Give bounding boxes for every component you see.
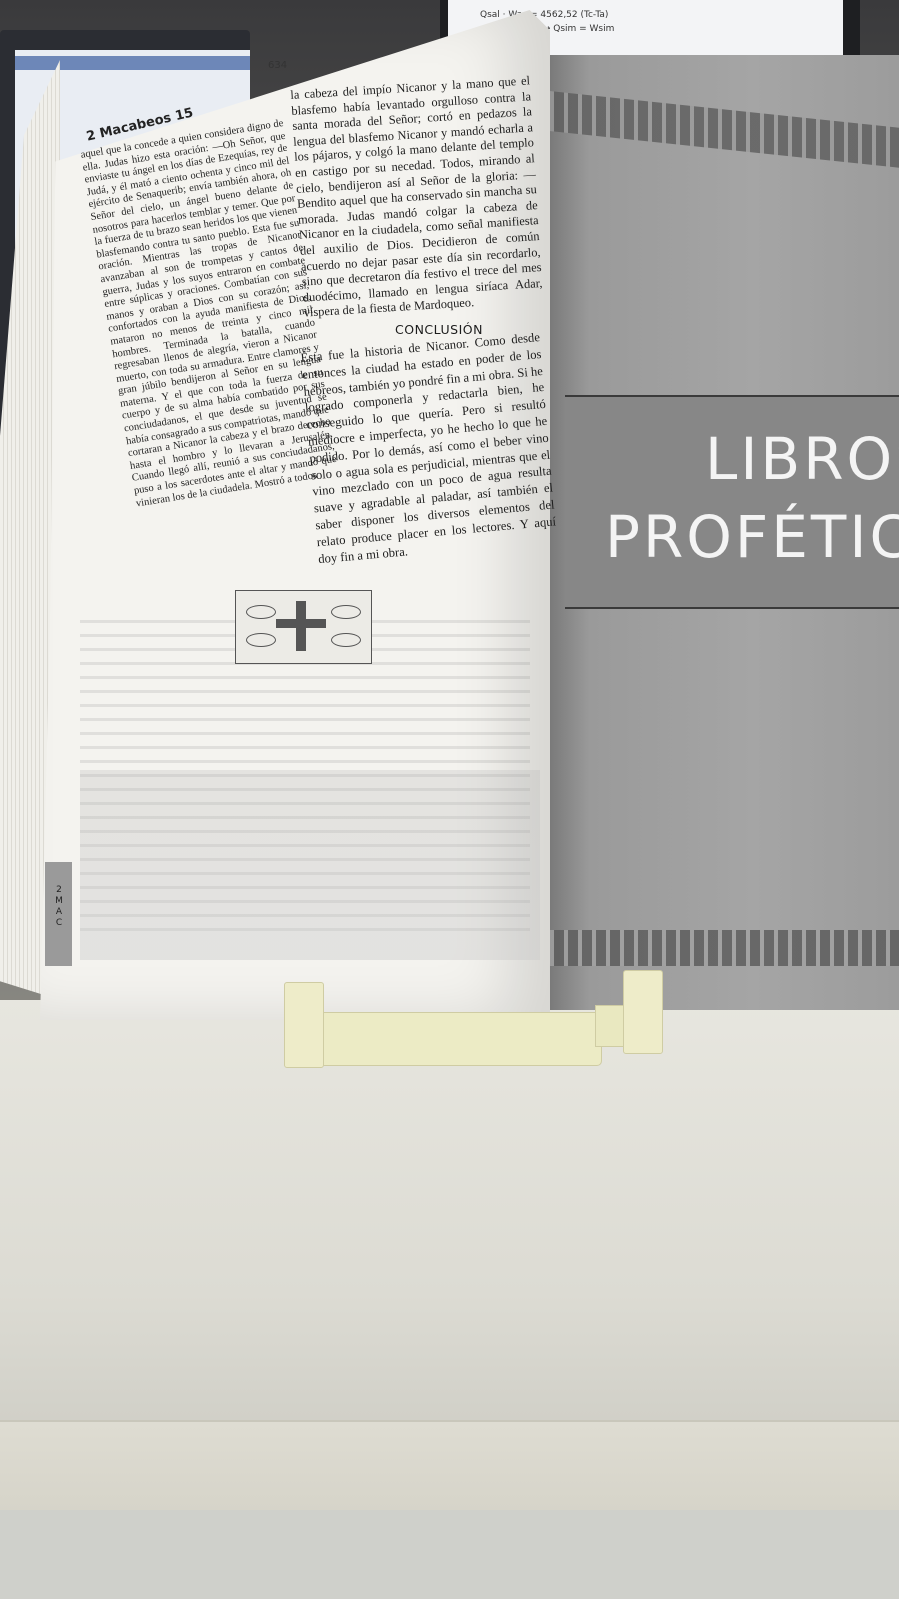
right-page-ornament-bottom [540, 930, 899, 966]
floor [0, 1510, 899, 1599]
thumb-tab-label: 2MAC [55, 885, 63, 928]
book-stand-right-post [623, 970, 663, 1054]
page-number: 634 [268, 60, 288, 71]
cross-bar [276, 619, 326, 628]
right-column-text: la cabeza del impío Nicanor y la mano qu… [290, 73, 544, 321]
conclusion-text: Ésta fue la historia de Nicanor. Como de… [300, 329, 558, 567]
right-page-title: LIBROS PROFÉTICOS [605, 420, 899, 576]
desk-edge [0, 1420, 899, 1512]
fish-icon [246, 605, 276, 619]
fish-icon [331, 605, 361, 619]
fish-icon [331, 633, 361, 647]
book-stand-left-post [284, 982, 324, 1068]
photo-scene: Qsal · Wac = 4562,52 (Tc-Ta) → Wsim + 47… [0, 0, 899, 1599]
left-monitor-titlebar [15, 56, 250, 70]
bleed-through-box [80, 770, 540, 960]
fish-cross-ornament [235, 590, 372, 664]
conclusion-paragraph: Ésta fue la historia de Nicanor. Como de… [300, 330, 557, 566]
right-column-paragraph: la cabeza del impío Nicanor y la mano qu… [290, 73, 543, 320]
title-line-1: LIBROS [705, 425, 899, 493]
fish-icon [246, 633, 276, 647]
title-line-2: PROFÉTICOS [605, 503, 899, 571]
book-stand-base [318, 1012, 602, 1066]
